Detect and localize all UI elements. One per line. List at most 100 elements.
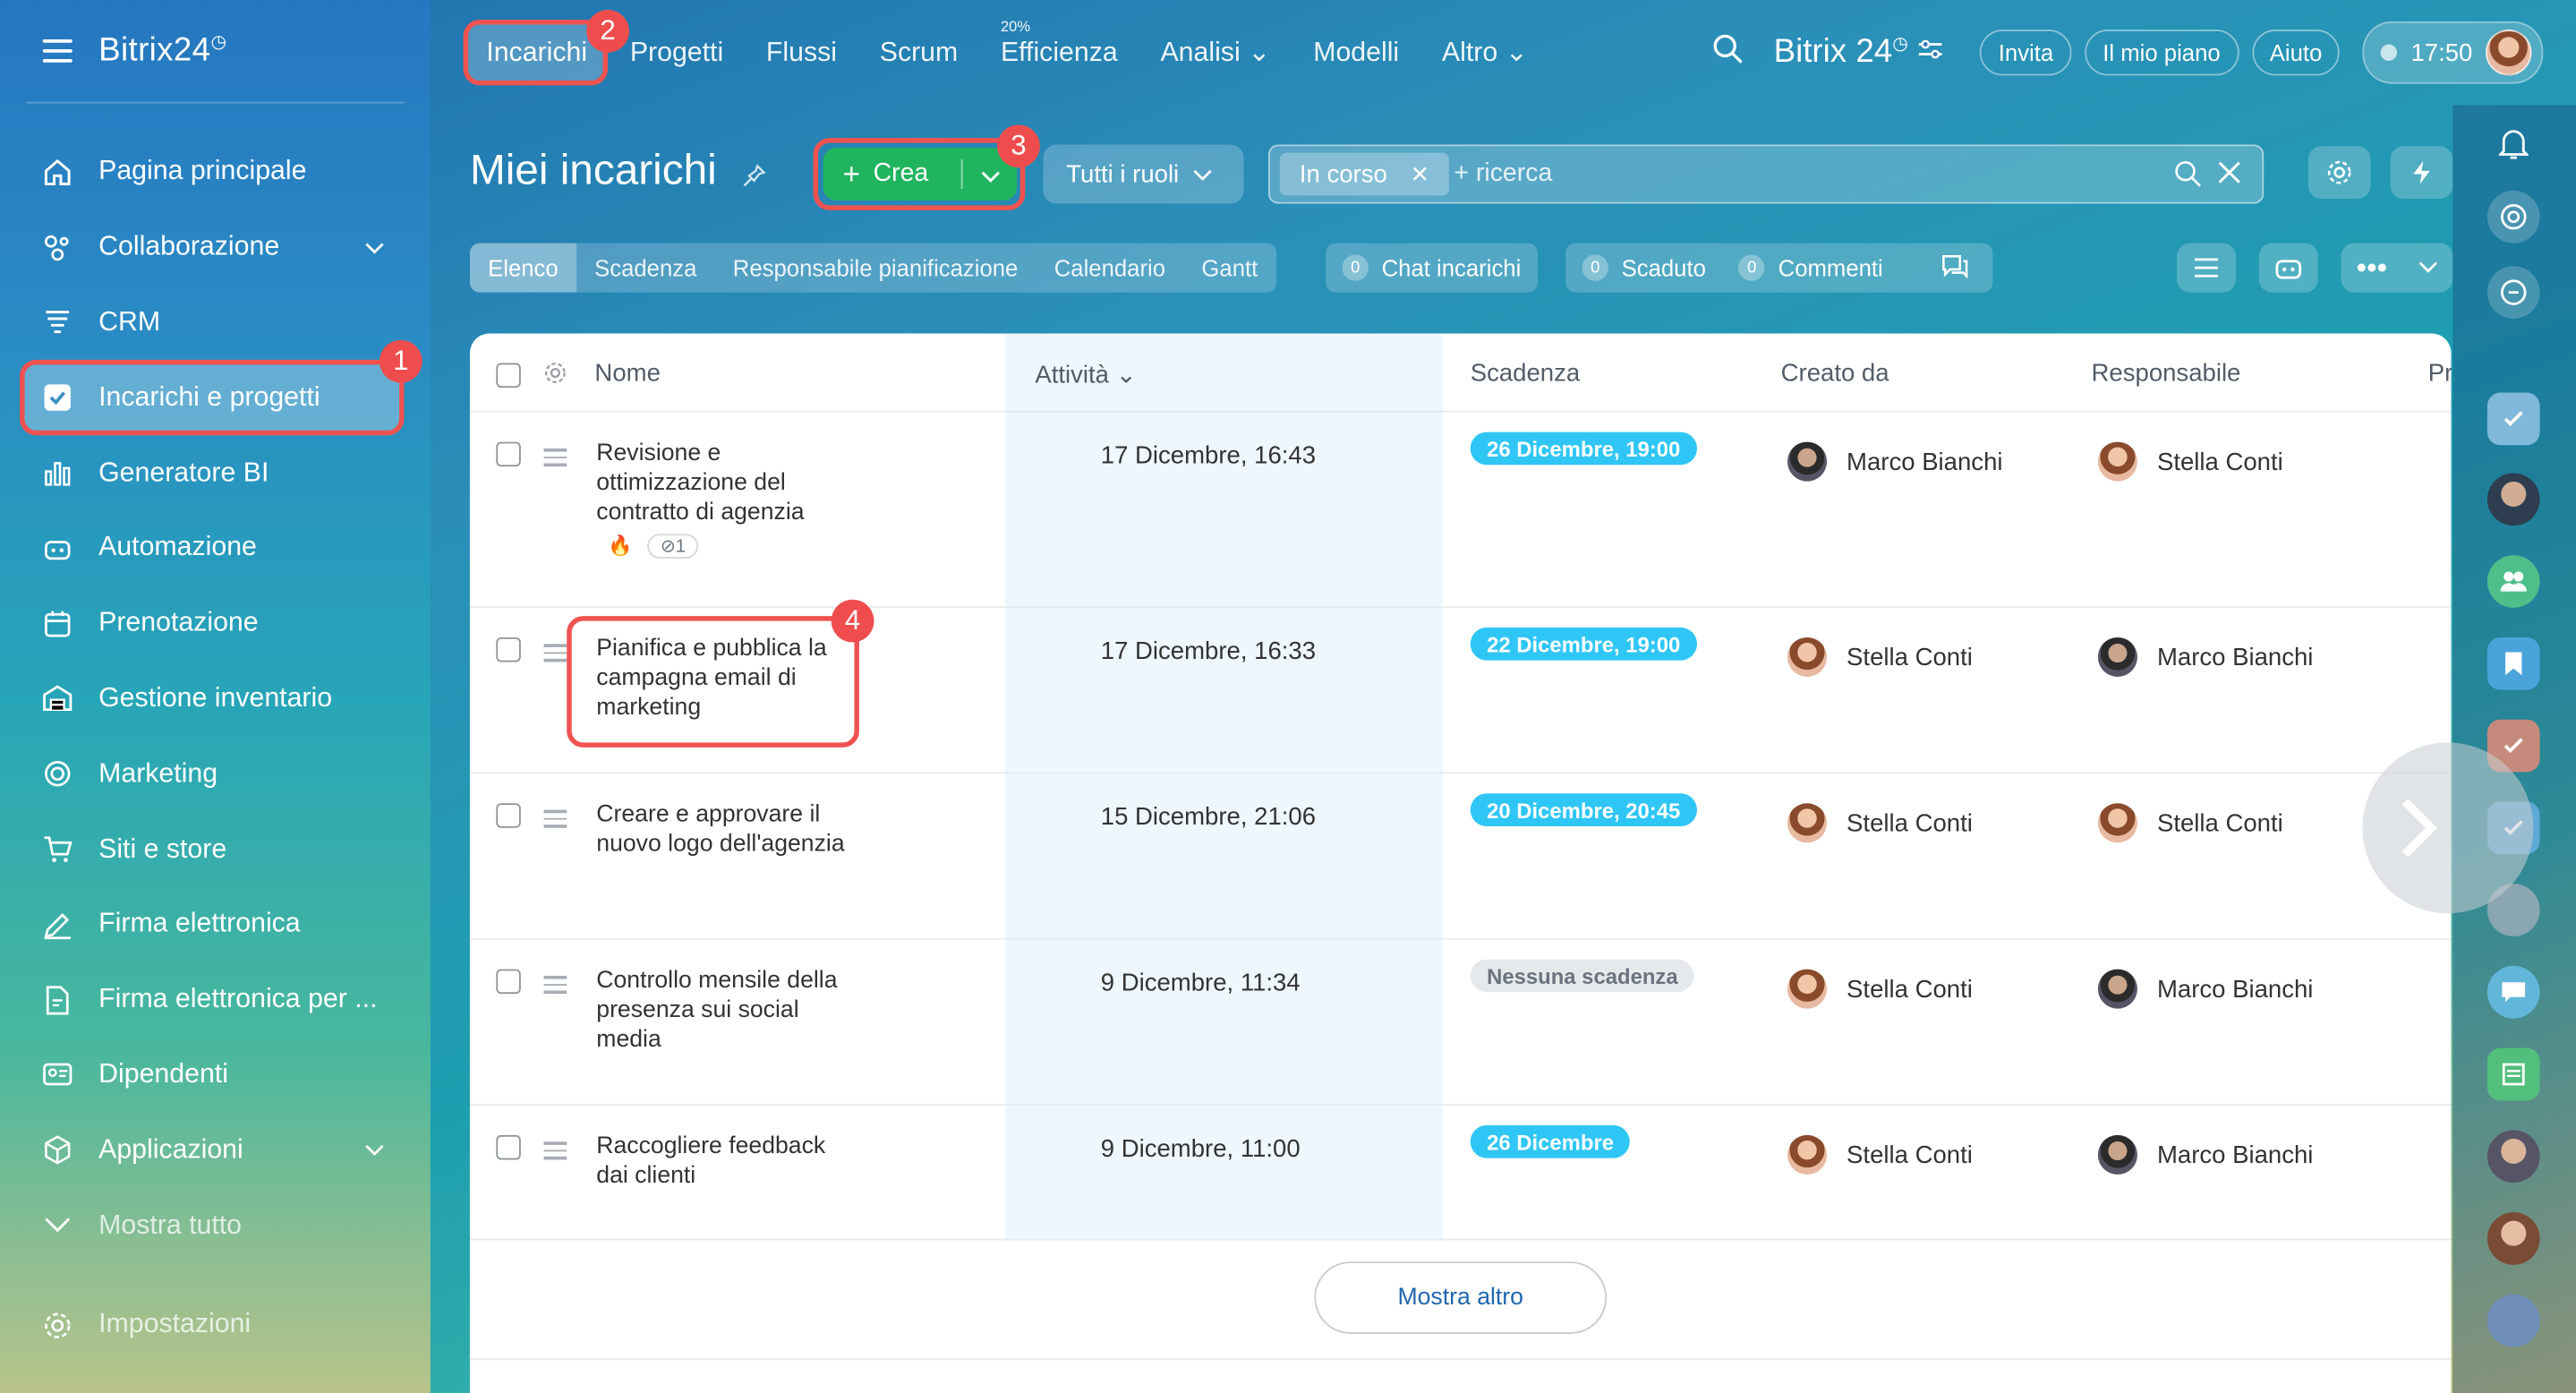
responsible-cell[interactable]: Marco Bianchi (2097, 637, 2313, 677)
chat-icon[interactable] (2486, 965, 2540, 1019)
attachment-count[interactable]: ⊘ 1 (647, 534, 699, 559)
bookmark-icon[interactable] (2486, 637, 2540, 690)
row-checkbox[interactable] (496, 637, 521, 662)
column-header-activity[interactable]: Attività ⌄ (1035, 360, 1136, 389)
sidebar-item-dipendenti[interactable]: Dipendenti (23, 1038, 405, 1113)
chat-search-icon[interactable] (2486, 266, 2540, 319)
deadline-badge[interactable]: 22 Dicembre, 19:00 (1470, 627, 1697, 661)
sidebar-item-collaborazione[interactable]: Collaborazione (23, 209, 405, 285)
search-icon[interactable] (1711, 32, 1744, 73)
avatar[interactable] (2486, 1212, 2540, 1265)
news-icon[interactable] (2486, 1047, 2540, 1101)
user-avatar[interactable] (2486, 30, 2532, 76)
tab-altro[interactable]: Altro ⌄ (1442, 36, 1528, 69)
task-name-link[interactable]: Creare e approvare il nuovo logo dell'ag… (596, 800, 859, 859)
sidebar-item-firma-hr[interactable]: Firma elettronica per ... (23, 962, 405, 1038)
chevron-down-icon[interactable] (364, 232, 384, 263)
avatar[interactable] (2486, 1294, 2540, 1347)
slider-next-button[interactable] (2362, 742, 2534, 914)
sidebar-item-firma[interactable]: Firma elettronica (23, 887, 405, 962)
show-more-button[interactable]: Mostra altro (1314, 1261, 1608, 1334)
help-button[interactable]: Aiuto (2251, 30, 2341, 76)
column-header-name[interactable]: Nome (594, 360, 660, 388)
lightning-button[interactable] (2390, 146, 2453, 200)
deadline-badge[interactable]: 26 Dicembre, 19:00 (1470, 432, 1697, 466)
tab-elenco[interactable]: Elenco (469, 243, 576, 293)
table-row[interactable]: Raccogliere feedback dai clienti 9 Dicem… (469, 1106, 2452, 1241)
sidebar-item-prenotazione[interactable]: Prenotazione (23, 586, 405, 662)
row-checkbox[interactable] (496, 1134, 521, 1160)
row-checkbox[interactable] (496, 969, 521, 995)
tab-modelli[interactable]: Modelli (1313, 37, 1399, 68)
close-icon[interactable]: ✕ (1410, 160, 1429, 188)
creator-cell[interactable]: Stella Conti (1787, 969, 1973, 1009)
settings-gear-button[interactable] (2307, 146, 2371, 200)
sidebar-item-marketing[interactable]: Marketing (23, 737, 405, 812)
drag-handle-icon[interactable] (543, 448, 567, 471)
row-checkbox[interactable] (496, 441, 521, 467)
group-icon[interactable] (2486, 555, 2540, 608)
overdue-counter[interactable]: 0 Scaduto (1582, 254, 1706, 281)
deadline-badge[interactable]: Nessuna scadenza (1470, 959, 1694, 993)
create-button[interactable]: + Crea (823, 148, 1018, 201)
table-row[interactable]: Pianifica e pubblica la campagna email d… (469, 608, 2452, 774)
sidebar-item-siti[interactable]: Siti e store (23, 812, 405, 887)
sidebar-item-tasks[interactable]: Incarichi e progetti (22, 360, 405, 436)
list-view-button[interactable] (2176, 243, 2237, 293)
filter-search-box[interactable]: In corso ✕ + ricerca (1267, 144, 2265, 204)
tab-gantt[interactable]: Gantt (1183, 244, 1275, 293)
sidebar-brand[interactable]: Bitrix24◷ (98, 31, 226, 70)
search-input[interactable]: + ricerca (1454, 159, 1552, 189)
filter-chip[interactable]: In corso ✕ (1279, 152, 1450, 196)
sidebar-item-bi[interactable]: Generatore BI (23, 436, 405, 511)
pin-icon[interactable] (743, 164, 766, 195)
copilot-icon[interactable] (2486, 190, 2540, 244)
tab-efficienza[interactable]: 20% Efficienza (1001, 17, 1118, 68)
column-header-extra[interactable]: Pr (2428, 360, 2452, 388)
column-header-deadline[interactable]: Scadenza (1471, 360, 1580, 388)
sidebar-item-automazione[interactable]: Automazione (23, 511, 405, 586)
tab-progetti[interactable]: Progetti (630, 37, 723, 68)
creator-cell[interactable]: Stella Conti (1787, 637, 1973, 677)
sliders-icon[interactable] (1918, 37, 1944, 68)
column-header-created-by[interactable]: Creato da (1781, 360, 1889, 388)
worktime-clock[interactable]: 17:50 (2363, 21, 2544, 84)
chat-counter[interactable]: 0 Chat incarichi (1326, 243, 1538, 293)
column-header-responsible[interactable]: Responsabile (2092, 360, 2241, 388)
row-checkbox[interactable] (496, 803, 521, 828)
select-all-checkbox[interactable] (496, 363, 521, 389)
deadline-badge[interactable]: 26 Dicembre (1470, 1124, 1631, 1158)
drag-handle-icon[interactable] (543, 1141, 567, 1164)
creator-cell[interactable]: Stella Conti (1787, 1134, 1973, 1175)
my-plan-button[interactable]: Il mio piano (2085, 30, 2239, 76)
table-row[interactable]: Revisione e ottimizzazione del contratto… (469, 413, 2452, 608)
more-actions-button[interactable]: ••• (2341, 243, 2453, 293)
tab-analisi[interactable]: Analisi ⌄ (1160, 36, 1270, 69)
responsible-cell[interactable]: Stella Conti (2097, 803, 2283, 843)
gear-icon[interactable] (542, 360, 568, 395)
avatar[interactable] (2486, 1130, 2540, 1184)
table-row[interactable]: Controllo mensile della presenza sui soc… (469, 940, 2452, 1106)
creator-cell[interactable]: Marco Bianchi (1787, 441, 2003, 482)
clear-icon[interactable] (2216, 159, 2242, 197)
responsible-cell[interactable]: Marco Bianchi (2097, 1134, 2313, 1175)
chevron-down-icon[interactable] (364, 1134, 384, 1166)
bell-icon[interactable] (2487, 118, 2540, 171)
table-row[interactable]: Creare e approvare il nuovo logo dell'ag… (469, 773, 2452, 940)
menu-burger-icon[interactable] (42, 39, 73, 63)
tab-scadenza[interactable]: Scadenza (576, 244, 715, 293)
sidebar-show-all[interactable]: Mostra tutto (23, 1188, 405, 1263)
task-name-link[interactable]: Pianifica e pubblica la campagna email d… (596, 634, 859, 722)
tab-responsabile-pianificazione[interactable]: Responsabile pianificazione (715, 244, 1036, 293)
sidebar-item-home[interactable]: Pagina principale (23, 134, 405, 209)
tab-flussi[interactable]: Flussi (766, 37, 837, 68)
drag-handle-icon[interactable] (543, 975, 567, 998)
responsible-cell[interactable]: Stella Conti (2097, 441, 2283, 482)
task-name-link[interactable]: Revisione e ottimizzazione del contratto… (596, 439, 859, 527)
drag-handle-icon[interactable] (543, 809, 567, 833)
avatar[interactable] (2486, 473, 2540, 526)
chevron-down-icon[interactable] (981, 163, 1001, 192)
sidebar-settings[interactable]: Impostazioni (23, 1288, 405, 1363)
comments-counter[interactable]: 0 Commenti (1738, 254, 1883, 281)
tasks-rail-icon[interactable] (2486, 392, 2540, 446)
